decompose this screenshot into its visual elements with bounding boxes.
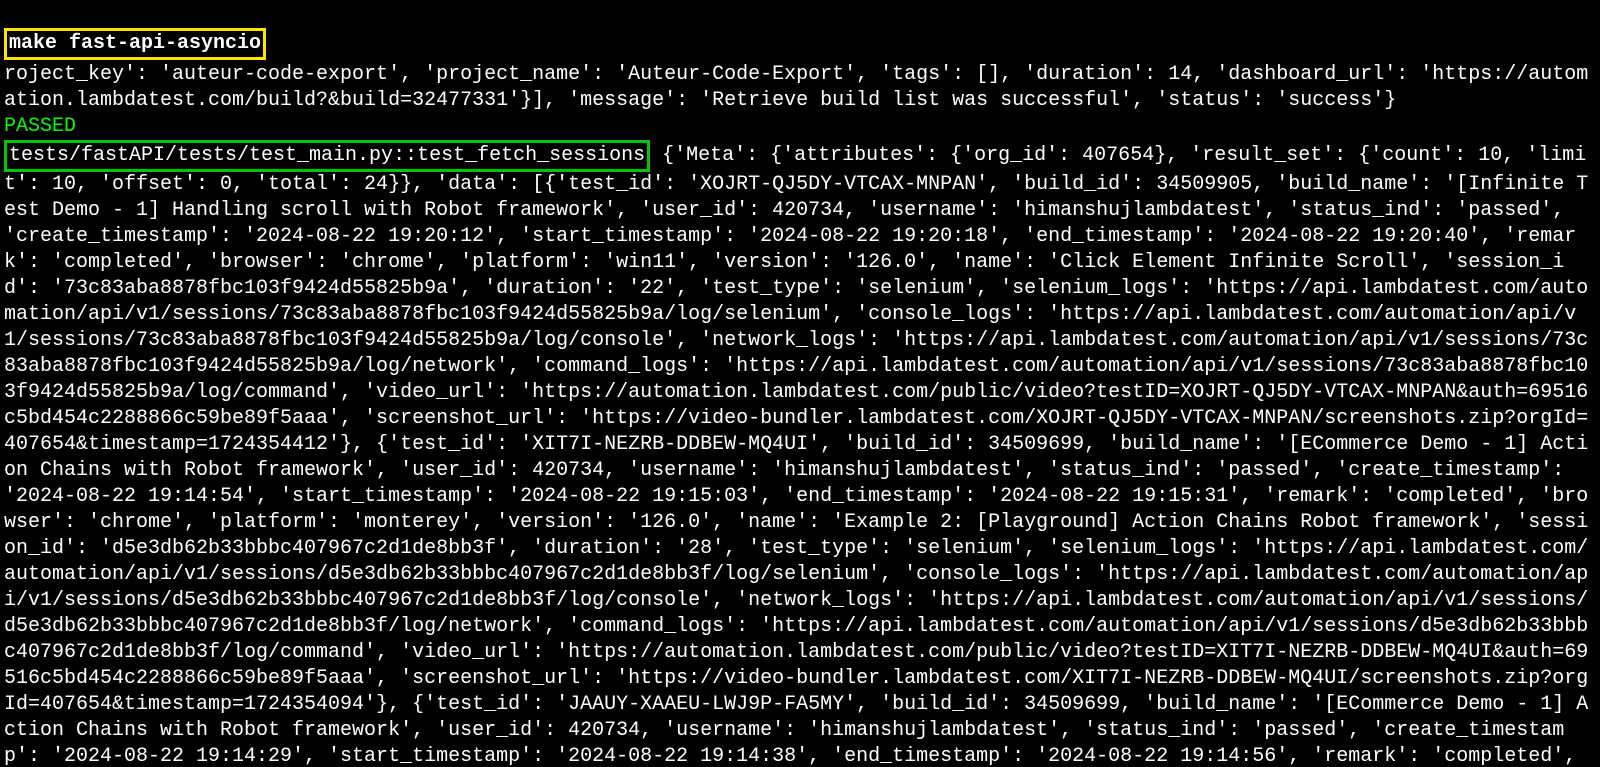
terminal-output[interactable]: make fast-api-asyncio roject_key': 'aute… <box>0 0 1600 767</box>
build-list-output-tail: roject_key': 'auteur-code-export', 'proj… <box>4 63 1588 112</box>
session-dump-output: {'Meta': {'attributes': {'org_id': 40765… <box>4 144 1600 767</box>
test-path-highlight: tests/fastAPI/tests/test_main.py::test_f… <box>4 140 650 172</box>
test-status-passed: PASSED <box>4 115 76 138</box>
command-highlight: make fast-api-asyncio <box>4 28 266 60</box>
